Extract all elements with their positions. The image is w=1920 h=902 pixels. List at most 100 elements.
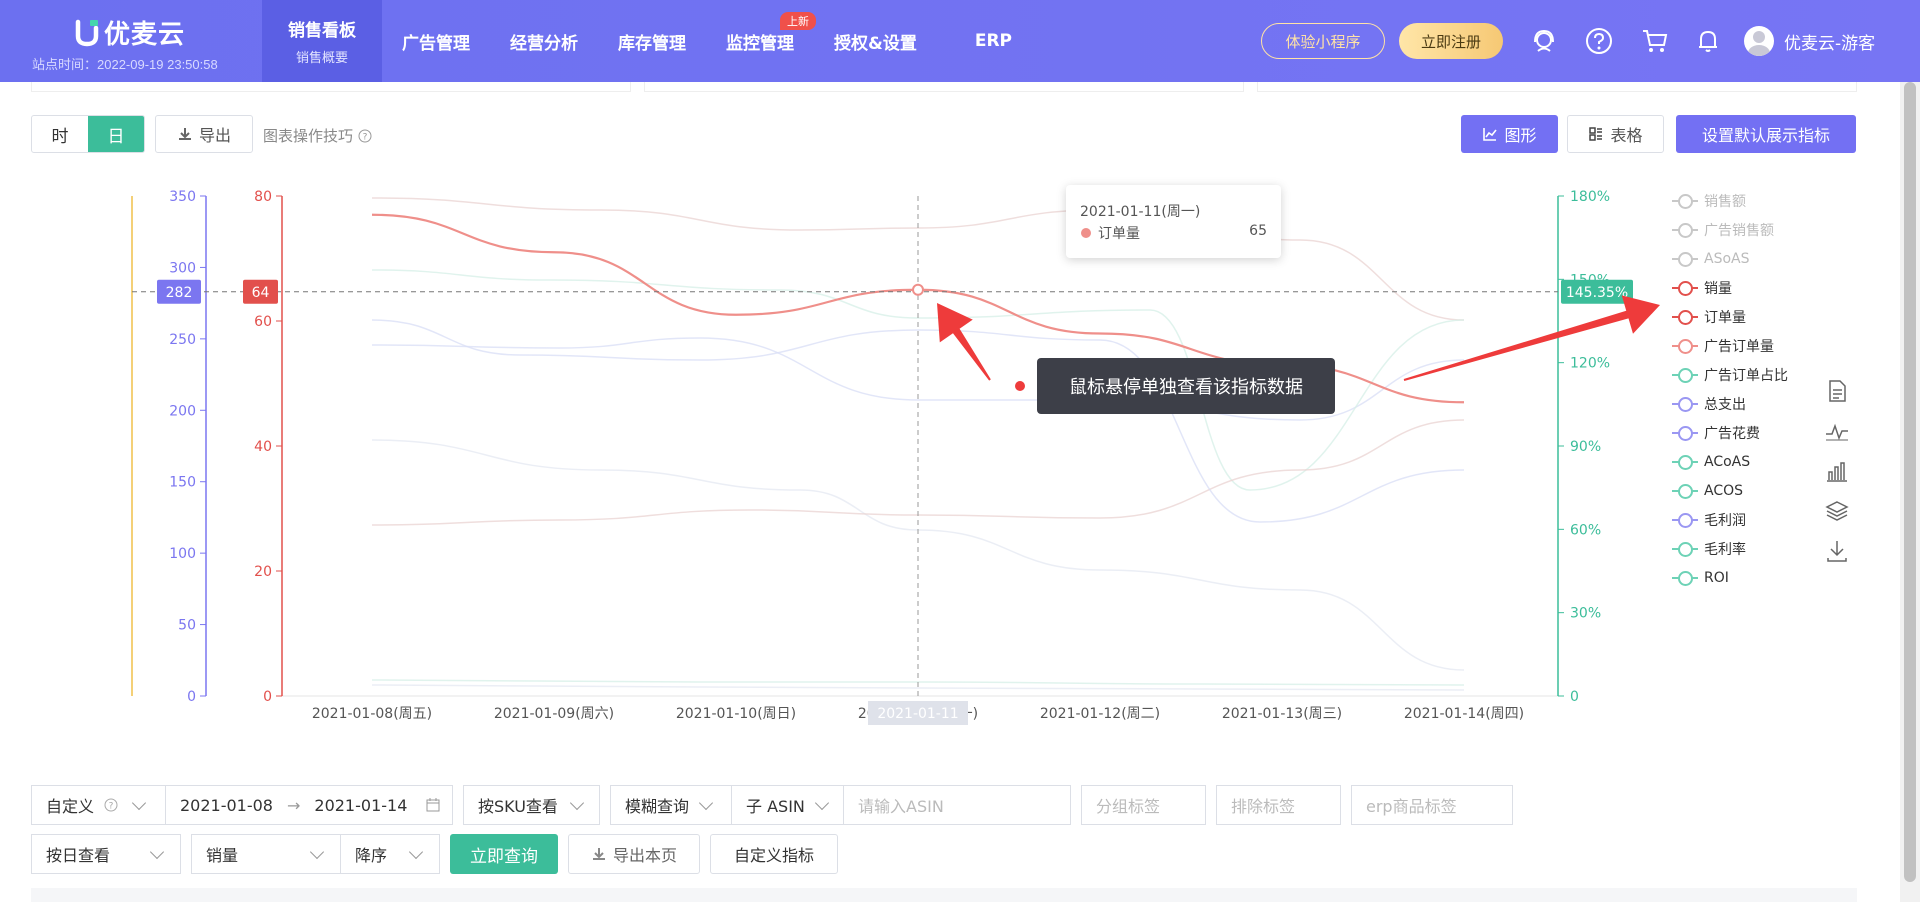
nav-label: 广告管理 — [402, 33, 470, 54]
nav-inventory[interactable]: 库存管理 — [598, 0, 706, 82]
exclude-tag-select[interactable]: 排除标签 — [1216, 785, 1341, 825]
stack-switch-icon[interactable] — [1824, 498, 1850, 524]
x-axis-tick-label: 2021-01-14(周四) — [1404, 706, 1524, 722]
asin-input[interactable]: 请输入ASIN — [843, 785, 1071, 825]
top-navigation-bar: 优麦云 站点时间：2022-09-19 23:50:58 销售看板 销售概要 广… — [0, 0, 1920, 82]
line-chart-icon — [1483, 128, 1498, 141]
cart-icon[interactable] — [1640, 26, 1670, 56]
x-axis-tick-label: 2021-01-08(周五) — [312, 706, 432, 722]
page-scrollbar[interactable] — [1900, 82, 1920, 902]
y-axis-tick-label: 250 — [169, 332, 196, 348]
legend-item[interactable]: 广告花费 — [1672, 418, 1788, 447]
mini-program-button[interactable]: 体验小程序 — [1261, 23, 1385, 59]
nav-label: 经营分析 — [510, 33, 578, 54]
chart-tips[interactable]: 图表操作技巧 ? — [263, 125, 372, 146]
erp-tag-select[interactable]: erp商品标签 — [1351, 785, 1513, 825]
query-mode-select[interactable]: 模糊查询 — [610, 785, 732, 825]
annotation-dot — [1015, 381, 1025, 391]
data-view-icon[interactable] — [1824, 378, 1850, 404]
export-button[interactable]: 导出 — [155, 115, 253, 153]
legend-label: 订单量 — [1704, 309, 1746, 326]
asin-type-select[interactable]: 子 ASIN — [731, 785, 844, 825]
legend-item[interactable]: 广告销售额 — [1672, 215, 1788, 244]
period-select[interactable]: 按日查看 — [31, 834, 181, 874]
date-range-picker[interactable]: 2021-01-08 → 2021-01-14 — [165, 785, 453, 825]
user-menu[interactable]: 优麦云-游客 — [1744, 26, 1875, 56]
chart-side-tools — [1824, 378, 1850, 578]
nav-sales-dashboard[interactable]: 销售看板 销售概要 — [262, 0, 382, 82]
chevron-down-icon — [131, 795, 147, 810]
nav-label: 库存管理 — [618, 33, 686, 54]
y-axis-tick-label: 100 — [169, 546, 196, 562]
y-axis-tick-label: 60 — [254, 314, 272, 330]
logo-text: 优麦云 — [104, 20, 186, 50]
table-view-button[interactable]: 表格 — [1567, 115, 1664, 153]
view-by-select[interactable]: 按SKU查看 — [463, 785, 600, 825]
question-icon: ? — [104, 798, 118, 812]
y-axis-tick-label: 20 — [254, 564, 272, 580]
logo-icon — [75, 19, 99, 46]
customer-service-icon[interactable] — [1529, 26, 1559, 56]
help-icon[interactable] — [1584, 26, 1614, 56]
query-button[interactable]: 立即查询 — [450, 834, 558, 874]
nav-monitoring[interactable]: 监控管理 上新 — [706, 0, 816, 82]
y-axis-tick-label: 0 — [1570, 689, 1579, 705]
legend-label: 广告销售额 — [1704, 222, 1774, 239]
nav-auth-settings[interactable]: 授权&设置 — [814, 0, 937, 82]
logo[interactable]: 优麦云 — [74, 14, 185, 51]
sort-field-select[interactable]: 销量 — [191, 834, 341, 874]
svg-text:?: ? — [109, 802, 114, 812]
sales-line-chart[interactable]: 0 50 100 150 200 250 300 350 0 20 40 60 80 0 30% 60% 90%… — [0, 170, 1900, 760]
date-mode-select[interactable]: 自定义 ? — [31, 785, 166, 825]
hour-option[interactable]: 时 — [32, 116, 88, 152]
query-mode-value: 模糊查询 — [625, 797, 690, 816]
table-view-label: 表格 — [1610, 126, 1643, 145]
export-page-button[interactable]: 导出本页 — [568, 834, 700, 874]
tooltip-series-marker — [1081, 228, 1091, 238]
custom-metrics-button[interactable]: 自定义指标 — [710, 834, 838, 874]
view-by-value: 按SKU查看 — [478, 797, 558, 816]
legend-marker — [1672, 454, 1698, 470]
main-nav: 销售看板 销售概要 广告管理 经营分析 库存管理 监控管理 上新 授权&设置 E… — [262, 0, 1032, 82]
legend-item[interactable]: ASoAS — [1672, 244, 1788, 273]
line-switch-icon[interactable] — [1824, 418, 1850, 444]
legend-item[interactable]: 销量 — [1672, 273, 1788, 302]
legend-marker — [1672, 483, 1698, 499]
chevron-down-icon — [408, 844, 424, 859]
register-button[interactable]: 立即注册 — [1399, 23, 1503, 59]
day-option[interactable]: 日 — [88, 116, 144, 152]
legend-label: 销量 — [1704, 280, 1732, 297]
set-default-metrics-button[interactable]: 设置默认展示指标 — [1676, 115, 1856, 153]
legend-item[interactable]: 毛利率 — [1672, 534, 1788, 563]
legend-item[interactable]: 销售额 — [1672, 186, 1788, 215]
legend-item[interactable]: 总支出 — [1672, 389, 1788, 418]
legend-marker — [1672, 570, 1698, 586]
save-image-icon[interactable] — [1824, 538, 1850, 564]
legend-label: 广告订单量 — [1704, 338, 1774, 355]
chart-tooltip: 2021-01-11(周一) 订单量 65 — [1066, 185, 1281, 258]
legend-item[interactable]: ACOS — [1672, 476, 1788, 505]
table-icon — [1589, 127, 1603, 141]
chevron-down-icon — [149, 844, 165, 859]
legend-item[interactable]: 毛利润 — [1672, 505, 1788, 534]
legend-item[interactable]: ACoAS — [1672, 447, 1788, 476]
legend-label: 广告花费 — [1704, 425, 1760, 442]
group-tag-select[interactable]: 分组标签 — [1081, 785, 1206, 825]
legend-item[interactable]: 广告订单量 — [1672, 331, 1788, 360]
export-page-label: 导出本页 — [612, 846, 677, 865]
x-axis-tick-label: 2021-01-09(周六) — [494, 706, 614, 722]
download-icon — [178, 128, 191, 140]
nav-erp[interactable]: ERP — [937, 0, 1032, 82]
y-badge-right: 145.35% — [1566, 285, 1628, 301]
chart-view-button[interactable]: 图形 — [1461, 115, 1558, 153]
scroll-thumb[interactable] — [1904, 82, 1916, 882]
nav-business-analysis[interactable]: 经营分析 — [490, 0, 598, 82]
bar-switch-icon[interactable] — [1824, 458, 1850, 484]
legend-item[interactable]: 订单量 — [1672, 302, 1788, 331]
y-axis-tick-label: 80 — [254, 189, 272, 205]
legend-item[interactable]: ROI — [1672, 563, 1788, 592]
nav-ad-management[interactable]: 广告管理 — [382, 0, 490, 82]
legend-item[interactable]: 广告订单占比 — [1672, 360, 1788, 389]
bell-icon[interactable] — [1693, 26, 1723, 56]
sort-order-select[interactable]: 降序 — [340, 834, 440, 874]
